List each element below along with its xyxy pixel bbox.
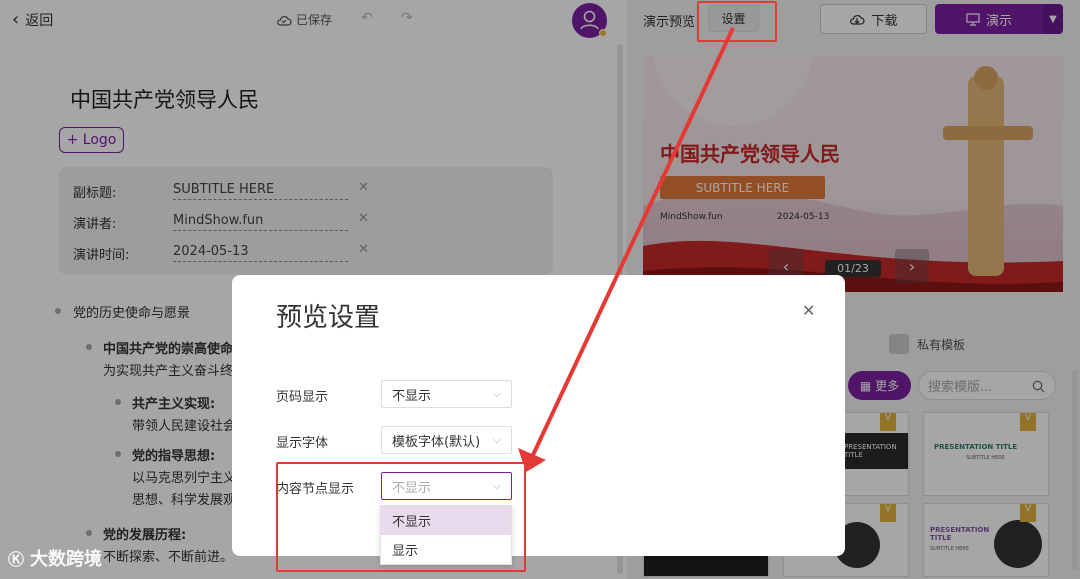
watermark-text: 大数跨境 (30, 549, 103, 570)
watermark: Ⓚ 大数跨境 (8, 545, 102, 571)
annotation-arrow (518, 27, 735, 472)
watermark-logo-icon: Ⓚ (8, 550, 25, 569)
